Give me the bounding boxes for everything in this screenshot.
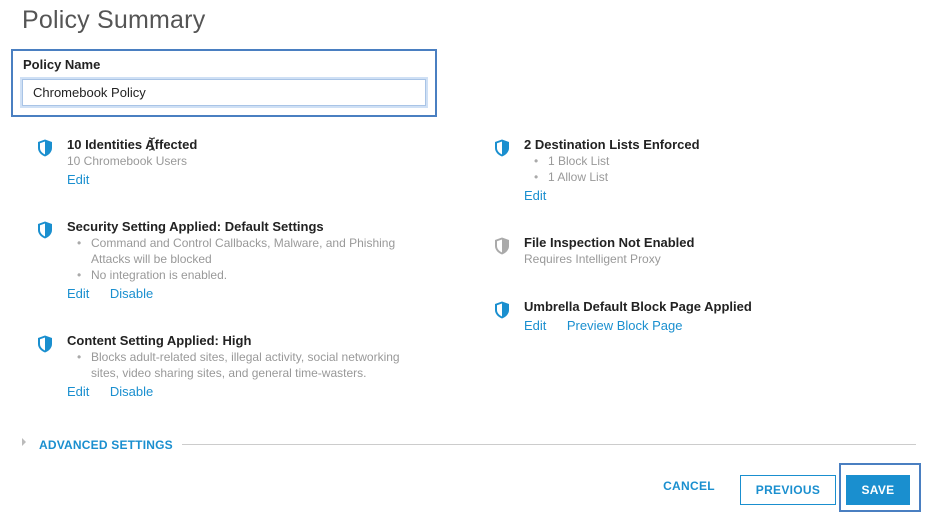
shield-icon: [38, 139, 52, 157]
identities-subtitle: 10 Chromebook Users: [67, 154, 188, 168]
previous-button[interactable]: PREVIOUS: [740, 475, 836, 505]
policy-name-input[interactable]: [22, 79, 426, 106]
cancel-button[interactable]: CANCEL: [656, 479, 722, 499]
list-item: Command and Control Callbacks, Malware, …: [67, 235, 395, 251]
list-item: 1 Block List: [524, 153, 700, 169]
list-item: Blocks adult-related sites, illegal acti…: [67, 349, 400, 365]
policy-name-label: Policy Name: [23, 57, 101, 72]
advanced-settings-row[interactable]: ADVANCED SETTINGS: [22, 438, 916, 452]
content-title: Content Setting Applied: High: [67, 333, 252, 348]
preview-block-page-link[interactable]: Preview Block Page: [567, 318, 683, 333]
identities-edit-link[interactable]: Edit: [67, 172, 89, 187]
list-item: 1 Allow List: [524, 169, 700, 185]
file-inspection-title: File Inspection Not Enabled: [524, 235, 695, 250]
save-button[interactable]: SAVE: [846, 475, 910, 505]
list-item: sites, video sharing sites, and general …: [91, 366, 367, 380]
content-disable-link[interactable]: Disable: [110, 384, 153, 399]
content-edit-link[interactable]: Edit: [67, 384, 89, 399]
security-title: Security Setting Applied: Default Settin…: [67, 219, 324, 234]
shield-disabled-icon: [495, 237, 509, 255]
shield-icon: [495, 139, 509, 157]
block-page-edit-link[interactable]: Edit: [524, 318, 546, 333]
security-edit-link[interactable]: Edit: [67, 286, 89, 301]
content-bullets: Blocks adult-related sites, illegal acti…: [67, 349, 400, 381]
page-title: Policy Summary: [22, 6, 206, 34]
divider: [182, 444, 916, 445]
shield-icon: [38, 221, 52, 239]
destinations-edit-link[interactable]: Edit: [524, 188, 546, 203]
policy-name-panel: Policy Name: [11, 49, 437, 117]
list-item: Attacks will be blocked: [91, 252, 212, 266]
block-page-title: Umbrella Default Block Page Applied: [524, 299, 752, 314]
shield-icon: [495, 301, 509, 319]
security-disable-link[interactable]: Disable: [110, 286, 153, 301]
destinations-title: 2 Destination Lists Enforced: [524, 137, 700, 152]
shield-icon: [38, 335, 52, 353]
list-item: No integration is enabled.: [67, 267, 395, 283]
text-cursor-icon: [148, 137, 156, 151]
identities-title: 10 Identities Affected: [67, 137, 198, 152]
caret-right-icon[interactable]: [22, 438, 26, 446]
destinations-bullets: 1 Block List 1 Allow List: [524, 153, 700, 185]
advanced-settings-toggle[interactable]: ADVANCED SETTINGS: [39, 438, 173, 452]
security-bullets: Command and Control Callbacks, Malware, …: [67, 235, 395, 283]
file-inspection-subtitle: Requires Intelligent Proxy: [524, 252, 661, 266]
